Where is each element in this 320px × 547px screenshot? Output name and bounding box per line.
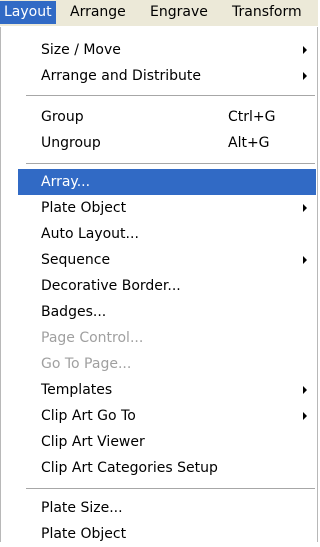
menu-item-arrange-and-distribute[interactable]: Arrange and Distribute (18, 63, 316, 89)
menu-item-label: Clip Art Go To (41, 408, 136, 424)
submenu-arrow-icon (303, 386, 307, 394)
menu-item-decorative-border[interactable]: Decorative Border... (18, 273, 316, 299)
menu-item-label: Ungroup (41, 135, 101, 151)
menu-item-badges[interactable]: Badges... (18, 299, 316, 325)
menu-item-label: Sequence (41, 252, 111, 268)
menubar-transform[interactable]: Transform (228, 1, 306, 24)
menu-item-label: Array... (41, 174, 91, 190)
menu-item-page-control[interactable]: Page Control... (18, 325, 316, 351)
menu-item-label: Plate Object (41, 200, 127, 216)
menu-separator (26, 95, 315, 96)
menu-item-label: Badges... (41, 304, 107, 320)
menu-item-go-to-page[interactable]: Go To Page... (18, 351, 316, 377)
submenu-arrow-icon (303, 72, 307, 80)
menubar-layout[interactable]: Layout (0, 1, 56, 24)
menu-item-label: Arrange and Distribute (41, 68, 201, 84)
menu-item-clip-art-viewer[interactable]: Clip Art Viewer (18, 429, 316, 455)
menu-item-group[interactable]: Group Ctrl+G (18, 104, 316, 130)
menu-bar: Layout Arrange Engrave Transform (0, 0, 318, 26)
submenu-arrow-icon (303, 204, 307, 212)
menu-item-templates[interactable]: Templates (18, 377, 316, 403)
menu-item-sequence[interactable]: Sequence (18, 247, 316, 273)
menu-item-array[interactable]: Array... (18, 169, 316, 195)
menu-item-label: Clip Art Viewer (41, 434, 145, 450)
menu-item-label: Plate Size... (41, 500, 123, 516)
layout-dropdown-menu: Size / Move Arrange and Distribute Group… (0, 27, 318, 542)
menubar-arrange[interactable]: Arrange (66, 1, 130, 24)
menu-item-label: Templates (41, 382, 113, 398)
menu-item-label: Go To Page... (41, 356, 132, 372)
menu-separator (26, 488, 315, 489)
submenu-arrow-icon (303, 46, 307, 54)
menu-item-label: Group (41, 109, 84, 125)
submenu-arrow-icon (303, 256, 307, 264)
menu-item-label: Decorative Border... (41, 278, 181, 294)
menu-item-shortcut: Alt+G (228, 135, 270, 151)
menu-separator (26, 163, 315, 164)
menu-item-plate-object-2[interactable]: Plate Object (18, 521, 316, 547)
menu-item-auto-layout[interactable]: Auto Layout... (18, 221, 316, 247)
menu-item-shortcut: Ctrl+G (228, 109, 276, 125)
menu-item-label: Plate Object (41, 526, 127, 542)
menu-item-label: Page Control... (41, 330, 144, 346)
menu-item-clip-art-categories-setup[interactable]: Clip Art Categories Setup (18, 455, 316, 481)
menu-item-size-move[interactable]: Size / Move (18, 37, 316, 63)
menu-item-ungroup[interactable]: Ungroup Alt+G (18, 130, 316, 156)
menu-item-plate-size[interactable]: Plate Size... (18, 495, 316, 521)
menu-item-label: Size / Move (41, 42, 121, 58)
menu-item-label: Auto Layout... (41, 226, 139, 242)
menu-item-clip-art-go-to[interactable]: Clip Art Go To (18, 403, 316, 429)
menu-item-plate-object[interactable]: Plate Object (18, 195, 316, 221)
menubar-engrave[interactable]: Engrave (146, 1, 212, 24)
submenu-arrow-icon (303, 412, 307, 420)
menu-item-label: Clip Art Categories Setup (41, 460, 218, 476)
